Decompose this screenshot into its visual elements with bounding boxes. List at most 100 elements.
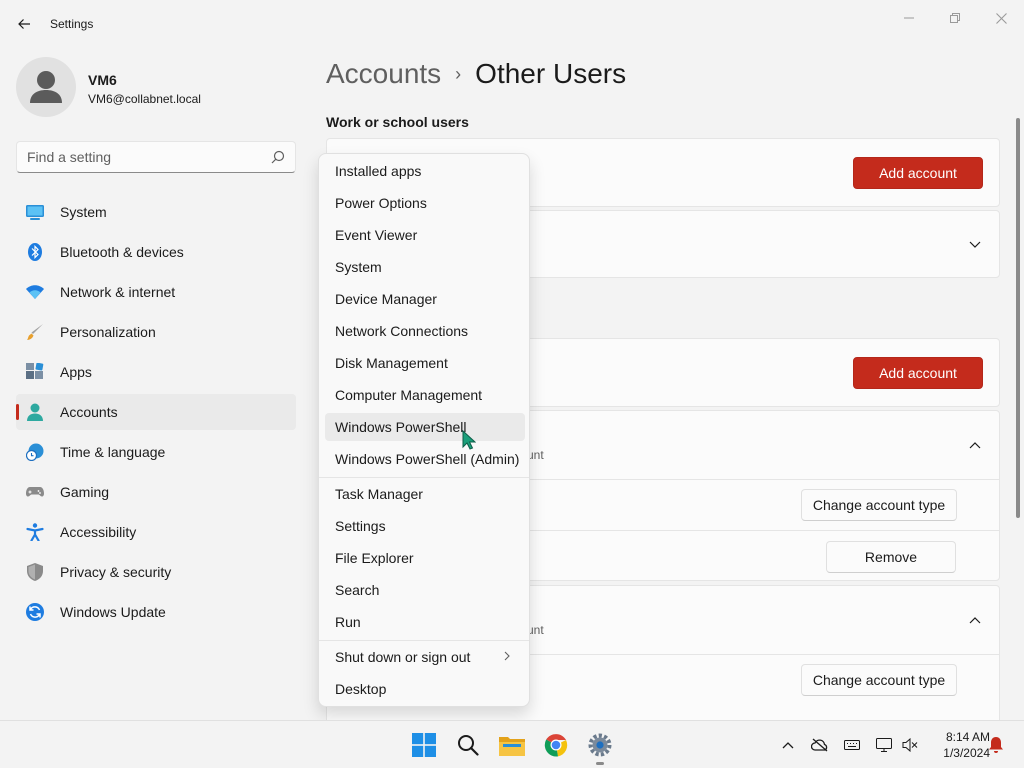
menu-item-device-manager[interactable]: Device Manager <box>325 285 525 313</box>
volume-tray-button[interactable] <box>900 735 920 755</box>
sidebar-item-windows-update[interactable]: Windows Update <box>16 594 296 630</box>
menu-item-windows-powershell-admin[interactable]: Windows PowerShell (Admin) <box>325 445 525 473</box>
sidebar-item-network[interactable]: Network & internet <box>16 274 296 310</box>
back-button[interactable] <box>10 10 38 38</box>
sidebar-item-system[interactable]: System <box>16 194 296 230</box>
active-app-indicator <box>596 762 604 765</box>
menu-item-settings[interactable]: Settings <box>325 512 525 540</box>
chrome-button[interactable] <box>542 731 570 759</box>
maximize-button[interactable] <box>932 4 978 32</box>
minimize-button[interactable] <box>886 4 932 32</box>
sidebar-item-label: Privacy & security <box>60 564 172 580</box>
menu-item-disk-management[interactable]: Disk Management <box>325 349 525 377</box>
minimize-icon <box>904 17 914 19</box>
remove-account-button[interactable]: Remove <box>826 541 956 573</box>
close-button[interactable] <box>978 4 1024 32</box>
speaker-muted-icon <box>902 738 918 752</box>
sidebar-item-label: Accessibility <box>60 524 137 540</box>
sidebar-item-privacy[interactable]: Privacy & security <box>16 554 296 590</box>
sidebar-item-label: Gaming <box>60 484 110 500</box>
cloud-offline-icon <box>811 738 828 752</box>
change-account-type-button[interactable]: Change account type <box>801 664 957 696</box>
menu-item-label: Shut down or sign out <box>335 649 471 665</box>
keyboard-tray-button[interactable] <box>842 735 862 755</box>
sidebar-item-label: Windows Update <box>60 604 166 620</box>
gamepad-icon <box>26 487 44 497</box>
file-explorer-icon <box>499 737 525 756</box>
taskbar: 8:14 AM 1/3/2024 <box>0 720 1024 768</box>
breadcrumb-separator: › <box>455 63 462 84</box>
work-section-title: Work or school users <box>326 114 469 130</box>
sidebar-item-apps[interactable]: Apps <box>16 354 296 390</box>
close-icon <box>995 12 1007 24</box>
menu-item-event-viewer[interactable]: Event Viewer <box>325 221 525 249</box>
menu-item-power-options[interactable]: Power Options <box>325 189 525 217</box>
start-button[interactable] <box>410 731 438 759</box>
onedrive-tray-button[interactable] <box>810 735 830 755</box>
user-name: VM6 <box>88 72 117 88</box>
arrow-left-icon <box>18 19 30 29</box>
monitor-icon <box>26 205 44 220</box>
sidebar-item-time-language[interactable]: Time & language <box>16 434 296 470</box>
change-account-type-button[interactable]: Change account type <box>801 489 957 521</box>
add-other-user-button[interactable]: Add account <box>853 357 983 389</box>
app-title: Settings <box>50 17 94 31</box>
menu-item-system[interactable]: System <box>325 253 525 281</box>
chevron-down-icon[interactable] <box>967 237 983 253</box>
settings-gear-icon <box>588 733 612 757</box>
settings-taskbar-button[interactable] <box>586 731 614 759</box>
person-placeholder-icon <box>30 71 62 103</box>
show-hidden-icons-button[interactable] <box>778 735 798 755</box>
search-box[interactable] <box>16 141 296 173</box>
menu-item-installed-apps[interactable]: Installed apps <box>325 157 525 185</box>
accessibility-icon <box>26 523 44 541</box>
network-tray-button[interactable] <box>874 735 894 755</box>
sidebar-item-personalization[interactable]: Personalization <box>16 314 296 350</box>
sidebar-item-label: Personalization <box>60 324 156 340</box>
notifications-button[interactable] <box>986 735 1006 755</box>
search-input[interactable] <box>17 142 247 172</box>
page-title: Other Users <box>475 58 627 89</box>
sidebar-item-bluetooth[interactable]: Bluetooth & devices <box>16 234 296 270</box>
sidebar-item-accessibility[interactable]: Accessibility <box>16 514 296 550</box>
clock-time: 8:14 AM <box>945 730 990 744</box>
globe-clock-icon <box>26 443 44 461</box>
menu-item-shut-down[interactable]: Shut down or sign out <box>325 643 525 671</box>
restore-icon <box>950 13 960 23</box>
menu-separator <box>319 477 529 478</box>
file-explorer-button[interactable] <box>498 731 526 759</box>
update-icon <box>26 603 44 621</box>
menu-item-run[interactable]: Run <box>325 608 525 636</box>
mouse-cursor-icon <box>462 430 476 450</box>
sidebar-item-label: Accounts <box>60 404 118 420</box>
chevron-up-icon <box>782 742 794 749</box>
person-icon <box>27 403 43 421</box>
bluetooth-icon <box>28 243 42 261</box>
chevron-right-icon <box>504 651 510 661</box>
brush-icon <box>27 324 43 340</box>
sidebar-item-gaming[interactable]: Gaming <box>16 474 296 510</box>
wifi-icon <box>26 285 44 299</box>
scrollbar[interactable] <box>1016 118 1020 518</box>
taskbar-search-button[interactable] <box>454 731 482 759</box>
chevron-up-icon[interactable] <box>967 437 983 453</box>
search-icon <box>271 150 285 164</box>
sidebar-item-label: Network & internet <box>60 284 176 300</box>
shield-icon <box>27 563 43 581</box>
chevron-up-icon[interactable] <box>967 612 983 628</box>
menu-item-network-connections[interactable]: Network Connections <box>325 317 525 345</box>
sidebar-item-accounts[interactable]: Accounts <box>16 394 296 430</box>
menu-item-desktop[interactable]: Desktop <box>325 675 525 703</box>
breadcrumb-parent[interactable]: Accounts <box>326 58 441 90</box>
add-work-account-button[interactable]: Add account <box>853 157 983 189</box>
quick-link-menu: Installed apps Power Options Event Viewe… <box>318 153 530 707</box>
menu-item-task-manager[interactable]: Task Manager <box>325 480 525 508</box>
sidebar-item-label: System <box>60 204 107 220</box>
menu-item-windows-powershell[interactable]: Windows PowerShell <box>325 413 525 441</box>
taskbar-clock[interactable]: 8:14 AM 1/3/2024 <box>924 729 990 761</box>
avatar[interactable] <box>16 57 76 117</box>
sidebar-item-label: Apps <box>60 364 92 380</box>
menu-item-file-explorer[interactable]: File Explorer <box>325 544 525 572</box>
menu-item-search[interactable]: Search <box>325 576 525 604</box>
menu-item-computer-management[interactable]: Computer Management <box>325 381 525 409</box>
